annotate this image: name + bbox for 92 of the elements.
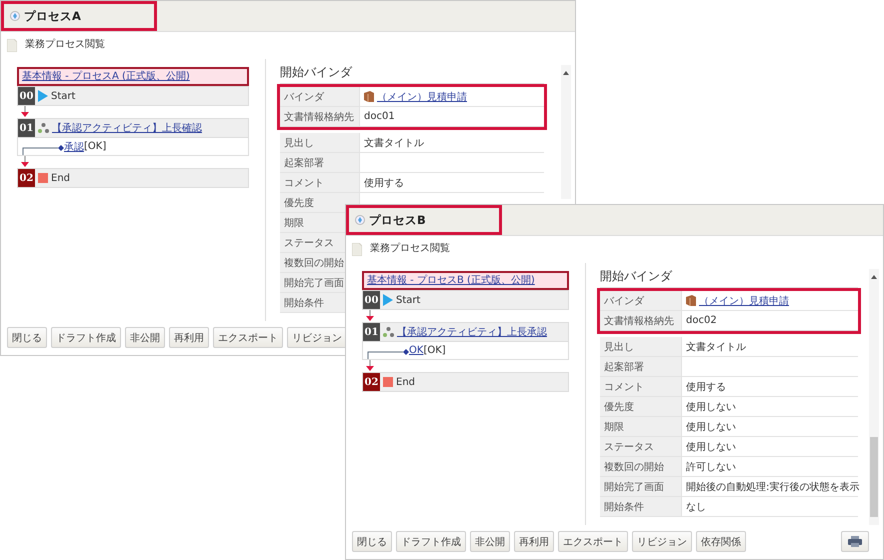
branch-result: [OK] (84, 141, 106, 152)
property-label: 文書情報格納先 (600, 311, 682, 330)
action-button[interactable]: エクスポート (213, 327, 283, 348)
action-button[interactable]: リビジョン (287, 327, 347, 348)
branch-link[interactable]: 承認 (64, 140, 84, 154)
step-label: Start (396, 294, 420, 306)
property-label: ステータス (600, 437, 682, 456)
property-value: 使用しない (686, 440, 736, 454)
property-value: doc02 (686, 315, 717, 326)
property-label: バインダ (280, 87, 360, 106)
panel-heading: 開始バインダ (280, 65, 354, 79)
window-title: プロセスB (369, 212, 426, 228)
process-icon (355, 215, 365, 225)
activity-link[interactable]: 【承認アクティビティ】上長確認 (52, 121, 202, 135)
property-value: 文書タイトル (364, 136, 424, 150)
property-label: 見出し (280, 133, 360, 152)
scrollbar[interactable] (561, 65, 571, 199)
step-number: 01 (363, 323, 380, 341)
action-button[interactable]: ドラフト作成 (51, 327, 121, 348)
property-label: 開始条件 (600, 497, 682, 516)
action-button[interactable]: 閉じる (7, 327, 47, 348)
step-label: End (51, 172, 70, 184)
action-button[interactable]: エクスポート (558, 531, 628, 552)
connector-arrow (21, 156, 29, 168)
property-value: 文書タイトル (686, 340, 746, 354)
action-button[interactable]: 非公開 (470, 531, 510, 552)
connector-arrow (21, 106, 29, 118)
property-label: 起案部署 (600, 357, 682, 376)
book-icon (686, 295, 696, 306)
connector-arrow (366, 310, 374, 322)
property-label: 開始完了画面 (600, 477, 682, 496)
branch-result: [OK] (423, 345, 446, 356)
hierarchy-icon (383, 327, 394, 337)
binder-link[interactable]: （メイン）見積申請 (377, 90, 467, 104)
property-label: 期限 (600, 417, 682, 436)
action-button[interactable]: 非公開 (125, 327, 165, 348)
action-button[interactable]: 依存関係 (696, 531, 746, 552)
property-label: バインダ (600, 291, 682, 310)
property-value: 許可しない (686, 460, 736, 474)
breadcrumb-title: 業務プロセス閲覧 (370, 243, 450, 255)
scrollbar[interactable] (869, 269, 879, 525)
property-value: 使用しない (686, 400, 736, 414)
property-label: 優先度 (600, 397, 682, 416)
hierarchy-icon (38, 123, 49, 133)
branch-line (367, 349, 409, 359)
action-button[interactable]: ドラフト作成 (396, 531, 466, 552)
property-value: 開始後の自動処理:実行後の状態を表示 (686, 480, 860, 494)
scroll-up-icon[interactable] (871, 275, 877, 279)
stop-icon (383, 377, 393, 387)
property-label: コメント (600, 377, 682, 396)
printer-icon (848, 536, 862, 547)
property-label: 文書情報格納先 (280, 107, 360, 126)
step-label: Start (51, 90, 76, 102)
step-number: 02 (18, 169, 35, 187)
property-label: 優先度 (280, 193, 360, 212)
binder-link[interactable]: （メイン）見積申請 (699, 294, 789, 308)
property-value: 使用する (364, 176, 404, 190)
connector-arrow (366, 360, 374, 372)
property-value: doc01 (364, 111, 395, 122)
process-icon (10, 11, 20, 21)
property-value: 使用しない (686, 420, 736, 434)
print-button[interactable] (841, 531, 869, 552)
stop-icon (38, 173, 48, 183)
property-label: 複数回の開始 (600, 457, 682, 476)
action-button[interactable]: 再利用 (514, 531, 554, 552)
flow-header-link[interactable]: 基本情報 - プロセスB (正式版、公開) (362, 271, 569, 290)
branch-line (22, 145, 64, 155)
property-label: コメント (280, 173, 360, 192)
document-icon (352, 242, 362, 256)
window-title: プロセスA (24, 8, 81, 24)
step-number: 00 (363, 291, 380, 309)
flow-header-link[interactable]: 基本情報 - プロセスA (正式版、公開) (17, 67, 249, 86)
action-button[interactable]: 再利用 (169, 327, 209, 348)
step-number: 01 (18, 119, 35, 137)
property-label: 見出し (600, 337, 682, 356)
property-label: 起案部署 (280, 153, 360, 172)
step-number: 00 (18, 87, 35, 105)
play-icon (38, 90, 48, 102)
breadcrumb-title: 業務プロセス閲覧 (25, 39, 105, 51)
book-icon (364, 91, 374, 102)
action-button[interactable]: 閉じる (352, 531, 392, 552)
activity-link[interactable]: 【承認アクティビティ】上長承認 (397, 325, 547, 339)
property-value: 使用する (686, 380, 726, 394)
property-value: なし (686, 500, 706, 514)
panel-heading: 開始バインダ (600, 269, 674, 283)
branch-link[interactable]: OK (409, 345, 424, 356)
step-label: End (396, 376, 416, 388)
action-button[interactable]: リビジョン (632, 531, 692, 552)
play-icon (383, 294, 393, 306)
scroll-up-icon[interactable] (563, 71, 569, 75)
document-icon (7, 38, 17, 52)
step-number: 02 (363, 373, 380, 391)
